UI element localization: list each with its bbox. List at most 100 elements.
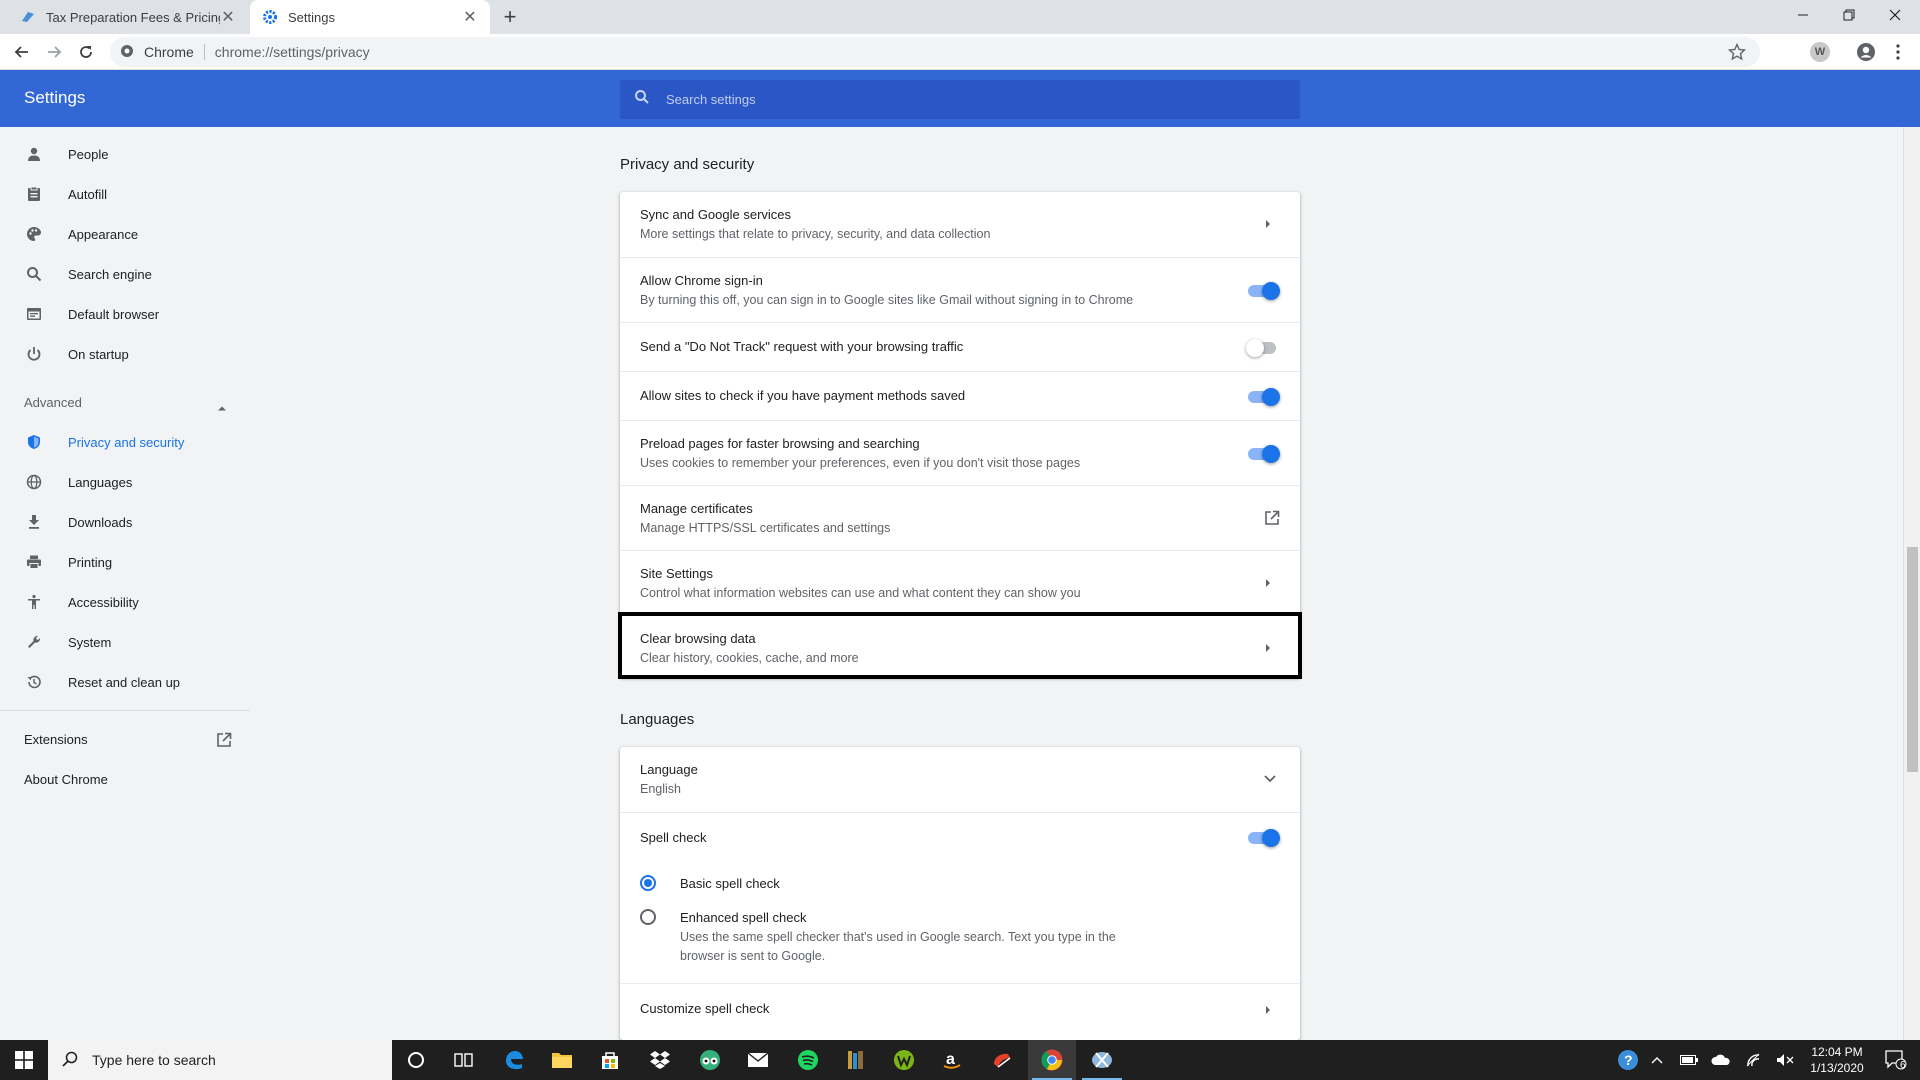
mail-icon[interactable] [734, 1040, 782, 1080]
cortana-icon[interactable] [392, 1040, 440, 1080]
sidebar-item-default-browser[interactable]: Default browser [0, 294, 250, 334]
row-language[interactable]: Language English [620, 747, 1300, 812]
bookmark-star-icon[interactable] [1727, 42, 1747, 64]
sidebar-item-printing[interactable]: Printing [0, 542, 250, 582]
books-icon[interactable] [832, 1040, 880, 1080]
row-site-settings[interactable]: Site Settings Control what information w… [620, 550, 1300, 615]
sidebar-item-on-startup[interactable]: On startup [0, 334, 250, 374]
search-icon [634, 89, 650, 110]
tab-settings[interactable]: Settings ✕ [250, 0, 490, 34]
browser-icon [24, 304, 44, 324]
close-window-icon[interactable] [1872, 0, 1918, 30]
amazon-icon[interactable]: a [928, 1040, 976, 1080]
paint-icon[interactable] [978, 1040, 1026, 1080]
sidebar-item-downloads[interactable]: Downloads [0, 502, 250, 542]
speaker-muted-icon[interactable] [1772, 1040, 1798, 1080]
row-sync-google-services[interactable]: Sync and Google services More settings t… [620, 192, 1300, 257]
sidebar-item-system[interactable]: System [0, 622, 250, 662]
wrench-icon [24, 632, 44, 652]
palette-icon [24, 224, 44, 244]
taskbar-clock[interactable]: 12:04 PM 1/13/2020 [1802, 1044, 1872, 1076]
sidebar-item-appearance[interactable]: Appearance [0, 214, 250, 254]
do-not-track-toggle[interactable] [1246, 337, 1280, 357]
enhanced-spell-check-label: Enhanced spell check [680, 910, 807, 925]
open-in-new-icon[interactable] [216, 732, 232, 753]
tab-close-icon[interactable]: ✕ [462, 7, 478, 27]
forward-icon[interactable] [42, 40, 66, 64]
sidebar-item-autofill[interactable]: Autofill [0, 174, 250, 214]
preload-pages-toggle[interactable] [1246, 443, 1280, 463]
scrollbar-thumb[interactable] [1907, 547, 1918, 772]
row-clear-browsing-data[interactable]: Clear browsing data Clear history, cooki… [620, 615, 1300, 678]
row-subtitle: Control what information websites can us… [640, 586, 1081, 600]
sidebar-item-extensions[interactable]: Extensions [24, 732, 88, 747]
clock-time: 12:04 PM [1811, 1045, 1863, 1059]
help-icon[interactable]: ? [1614, 1040, 1642, 1080]
sidebar-item-languages[interactable]: Languages [0, 462, 250, 502]
windows-start-icon[interactable] [0, 1040, 48, 1080]
row-manage-certificates[interactable]: Manage certificates Manage HTTPS/SSL cer… [620, 485, 1300, 550]
collapse-arrow-icon[interactable] [217, 398, 227, 416]
settings-header: Settings Search settings [0, 70, 1920, 127]
accessibility-icon [24, 592, 44, 612]
address-bar[interactable]: Chrome chrome://settings/privacy [110, 37, 1760, 67]
back-icon[interactable] [10, 40, 34, 64]
sidebar-item-about-chrome[interactable]: About Chrome [24, 772, 108, 787]
onedrive-icon[interactable] [1708, 1040, 1734, 1080]
sidebar-item-label: Languages [68, 474, 133, 490]
spotify-icon[interactable] [784, 1040, 832, 1080]
tab-close-icon[interactable]: ✕ [220, 7, 236, 27]
search-settings-input[interactable]: Search settings [620, 80, 1300, 119]
row-title: Allow sites to check if you have payment… [640, 388, 966, 403]
notifications-icon[interactable]: 6 [1872, 1040, 1920, 1080]
advanced-label[interactable]: Advanced [24, 395, 82, 410]
notification-count: 6 [1900, 1060, 1906, 1071]
enhanced-spell-check-radio[interactable] [640, 909, 656, 925]
sidebar-item-label: Default browser [68, 306, 160, 322]
url-text[interactable]: chrome://settings/privacy [215, 44, 370, 60]
chrome-menu-icon[interactable] [1886, 40, 1910, 64]
reload-icon[interactable] [74, 40, 98, 64]
profile-avatar-icon[interactable] [1854, 40, 1878, 64]
sidebar-item-label: Appearance [68, 226, 139, 242]
basic-spell-check-radio[interactable] [640, 875, 656, 891]
search-placeholder: Search settings [666, 92, 756, 107]
spell-check-toggle[interactable] [1246, 827, 1280, 847]
row-subtitle: English [640, 782, 681, 796]
arrow-right-icon [1262, 218, 1274, 230]
sidebar-item-label: On startup [68, 346, 129, 362]
payment-methods-toggle[interactable] [1246, 386, 1280, 406]
page-scrollbar[interactable] [1903, 127, 1920, 1040]
snip-icon[interactable] [1078, 1040, 1126, 1080]
row-customize-spell-check[interactable]: Customize spell check [620, 983, 1300, 1040]
chrome-site-icon [120, 44, 134, 61]
tab-tax-preparation[interactable]: Tax Preparation Fees & Pricing Op ✕ [8, 0, 248, 34]
edge-icon[interactable] [490, 1040, 538, 1080]
wifi-icon[interactable] [1740, 1040, 1766, 1080]
clock-date: 1/13/2020 [1810, 1061, 1864, 1075]
sidebar-item-accessibility[interactable]: Accessibility [0, 582, 250, 622]
file-explorer-icon[interactable] [538, 1040, 586, 1080]
allow-signin-toggle[interactable] [1246, 280, 1280, 300]
dropbox-icon[interactable] [636, 1040, 684, 1080]
chrome-icon[interactable] [1028, 1040, 1076, 1080]
minimize-icon[interactable] [1780, 0, 1826, 30]
new-tab-button[interactable]: + [497, 4, 523, 30]
sidebar-item-search-engine[interactable]: Search engine [0, 254, 250, 294]
row-title: Site Settings [640, 566, 713, 581]
taskbar-search-box[interactable]: Type here to search [48, 1040, 392, 1080]
sidebar-item-people[interactable]: People [0, 134, 250, 174]
battery-icon[interactable] [1676, 1040, 1702, 1080]
show-hidden-icons-chevron-icon[interactable] [1646, 1040, 1668, 1080]
tax-favicon-icon [20, 9, 36, 25]
extension-w-icon[interactable]: W [1808, 40, 1832, 64]
store-icon[interactable] [586, 1040, 634, 1080]
sidebar-item-privacy-security[interactable]: Privacy and security [0, 422, 250, 462]
restore-icon[interactable] [1826, 0, 1872, 30]
download-icon [24, 512, 44, 532]
sidebar-item-reset[interactable]: Reset and clean up [0, 662, 250, 702]
task-view-icon[interactable] [440, 1040, 488, 1080]
wordament-icon[interactable] [880, 1040, 928, 1080]
sidebar-item-label: Search engine [68, 266, 152, 282]
tripadvisor-icon[interactable] [686, 1040, 734, 1080]
